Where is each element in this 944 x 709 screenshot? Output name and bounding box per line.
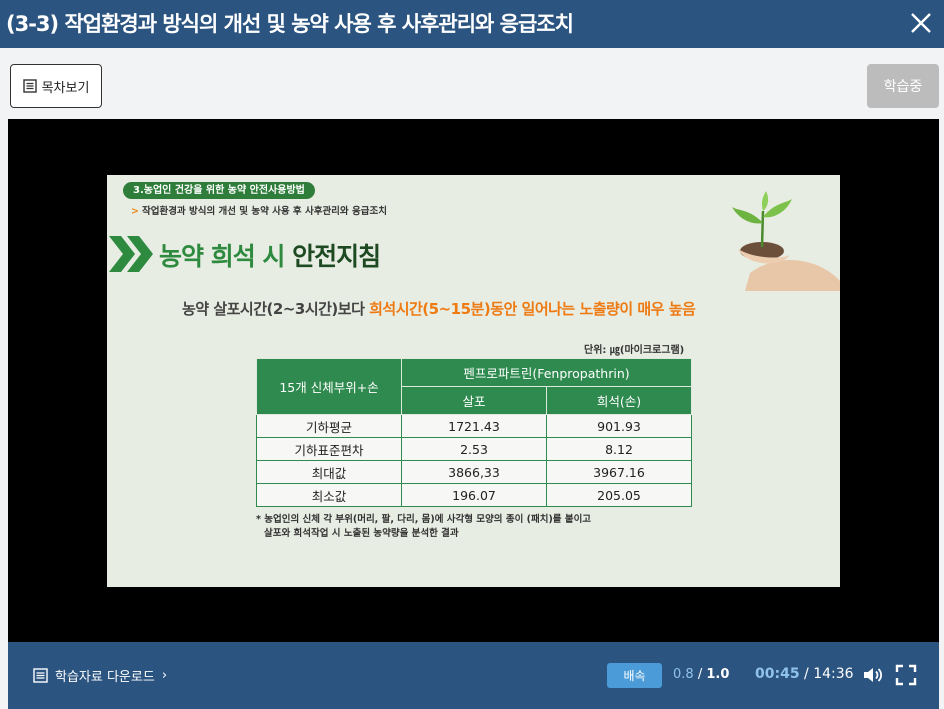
speed-separator: / [697, 667, 703, 682]
study-status-button[interactable]: 학습중 [867, 64, 939, 108]
slide-subheading: > 작업환경과 방식의 개선 및 농약 사용 후 사후관리와 응급조치 [131, 206, 387, 217]
row-label: 최소값 [256, 483, 402, 507]
row-label: 기하표준편차 [256, 437, 402, 461]
toolbar: 목차보기 학습중 [0, 48, 944, 118]
document-icon [33, 668, 48, 683]
headline-dark: 안전지침 [292, 242, 381, 271]
speed-option-0-8[interactable]: 0.8 [673, 667, 694, 682]
col-header-dilution: 희석(손) [546, 386, 692, 415]
footnote-line-2: 살포와 희석작업 시 노출된 농약량을 분석한 결과 [264, 528, 459, 539]
group-header: 펜프로파트린(Fenpropathrin) [401, 358, 692, 387]
control-bar: 학습자료 다운로드 › 배속 0.8 / 1.0 00:45 / 14:36 [8, 642, 939, 709]
title-bar: (3-3) 작업환경과 방식의 개선 및 농약 사용 후 사후관리와 응급조치 [0, 0, 944, 48]
download-materials-link[interactable]: 학습자료 다운로드 › [33, 666, 167, 685]
fullscreen-icon[interactable] [894, 663, 918, 687]
cell-value: 3967.16 [546, 460, 692, 484]
video-player[interactable]: 3.농업인 건강을 위한 농약 안전사용방법 > 작업환경과 방식의 개선 및 농… [8, 119, 939, 642]
row-label: 기하평균 [256, 414, 402, 438]
toc-button[interactable]: 목차보기 [10, 64, 102, 108]
speed-options: 0.8 / 1.0 [673, 667, 729, 682]
cell-value: 196.07 [401, 483, 547, 507]
volume-icon[interactable] [861, 663, 885, 687]
toc-label: 목차보기 [41, 80, 90, 96]
cell-value: 205.05 [546, 483, 692, 507]
sentence-highlight: 희석시간(5~15분)동안 일어나는 노출량이 매우 높음 [369, 300, 696, 318]
slide-headline: 농약 희석 시 안전지침 [159, 237, 381, 273]
table-row: 기하평균 1721.43 901.93 [256, 414, 692, 438]
sentence-normal: 농약 살포시간(2~3시간)보다 [182, 300, 370, 318]
corner-header: 15개 신체부위+손 [256, 358, 402, 415]
time-display: 00:45 / 14:36 [755, 666, 854, 682]
table-row: 최대값 3866,33 3967.16 [256, 460, 692, 484]
speed-button[interactable]: 배속 [607, 663, 662, 688]
list-icon [22, 79, 37, 93]
cell-value: 1721.43 [401, 414, 547, 438]
footnote-line-1: * 농업인의 신체 각 부위(머리, 팔, 다리, 몸)에 사각형 모양의 종이… [256, 514, 592, 525]
slide-footnote: * 농업인의 신체 각 부위(머리, 팔, 다리, 몸)에 사각형 모양의 종이… [256, 513, 591, 541]
cell-value: 2.53 [401, 437, 547, 461]
cell-value: 8.12 [546, 437, 692, 461]
time-separator: / [804, 666, 809, 682]
unit-label: 단위: ㎍(마이크로그램) [584, 345, 685, 356]
section-badge: 3.농업인 건강을 위한 농약 안전사용방법 [123, 182, 315, 199]
current-time: 00:45 [755, 666, 800, 682]
cell-value: 3866,33 [401, 460, 547, 484]
row-label: 최대값 [256, 460, 402, 484]
lecture-slide: 3.농업인 건강을 위한 농약 안전사용방법 > 작업환경과 방식의 개선 및 농… [107, 175, 840, 587]
double-chevron-icon [109, 236, 153, 272]
col-header-spray: 살포 [401, 386, 547, 415]
total-time: 14:36 [813, 666, 854, 682]
table-header-row: 15개 신체부위+손 펜프로파트린(Fenpropathrin) [256, 358, 692, 415]
download-label: 학습자료 다운로드 [55, 670, 155, 685]
subheading-text: 작업환경과 방식의 개선 및 농약 사용 후 사후관리와 응급조치 [141, 206, 387, 217]
lesson-title: (3-3) 작업환경과 방식의 개선 및 농약 사용 후 사후관리와 응급조치 [6, 12, 574, 36]
plant-hands-icon [732, 191, 840, 291]
close-icon[interactable] [906, 8, 936, 38]
key-sentence: 농약 살포시간(2~3시간)보다 희석시간(5~15분)동안 일어나는 노출량이… [182, 298, 696, 319]
chevron-right-icon: › [161, 668, 168, 683]
headline-light: 농약 희석 시 [159, 242, 293, 271]
table-row: 기하표준편차 2.53 8.12 [256, 437, 692, 461]
table-row: 최소값 196.07 205.05 [256, 483, 692, 507]
speed-option-1-0[interactable]: 1.0 [706, 667, 729, 682]
cell-value: 901.93 [546, 414, 692, 438]
exposure-table: 15개 신체부위+손 펜프로파트린(Fenpropathrin) 살포 희석(손… [256, 358, 692, 507]
